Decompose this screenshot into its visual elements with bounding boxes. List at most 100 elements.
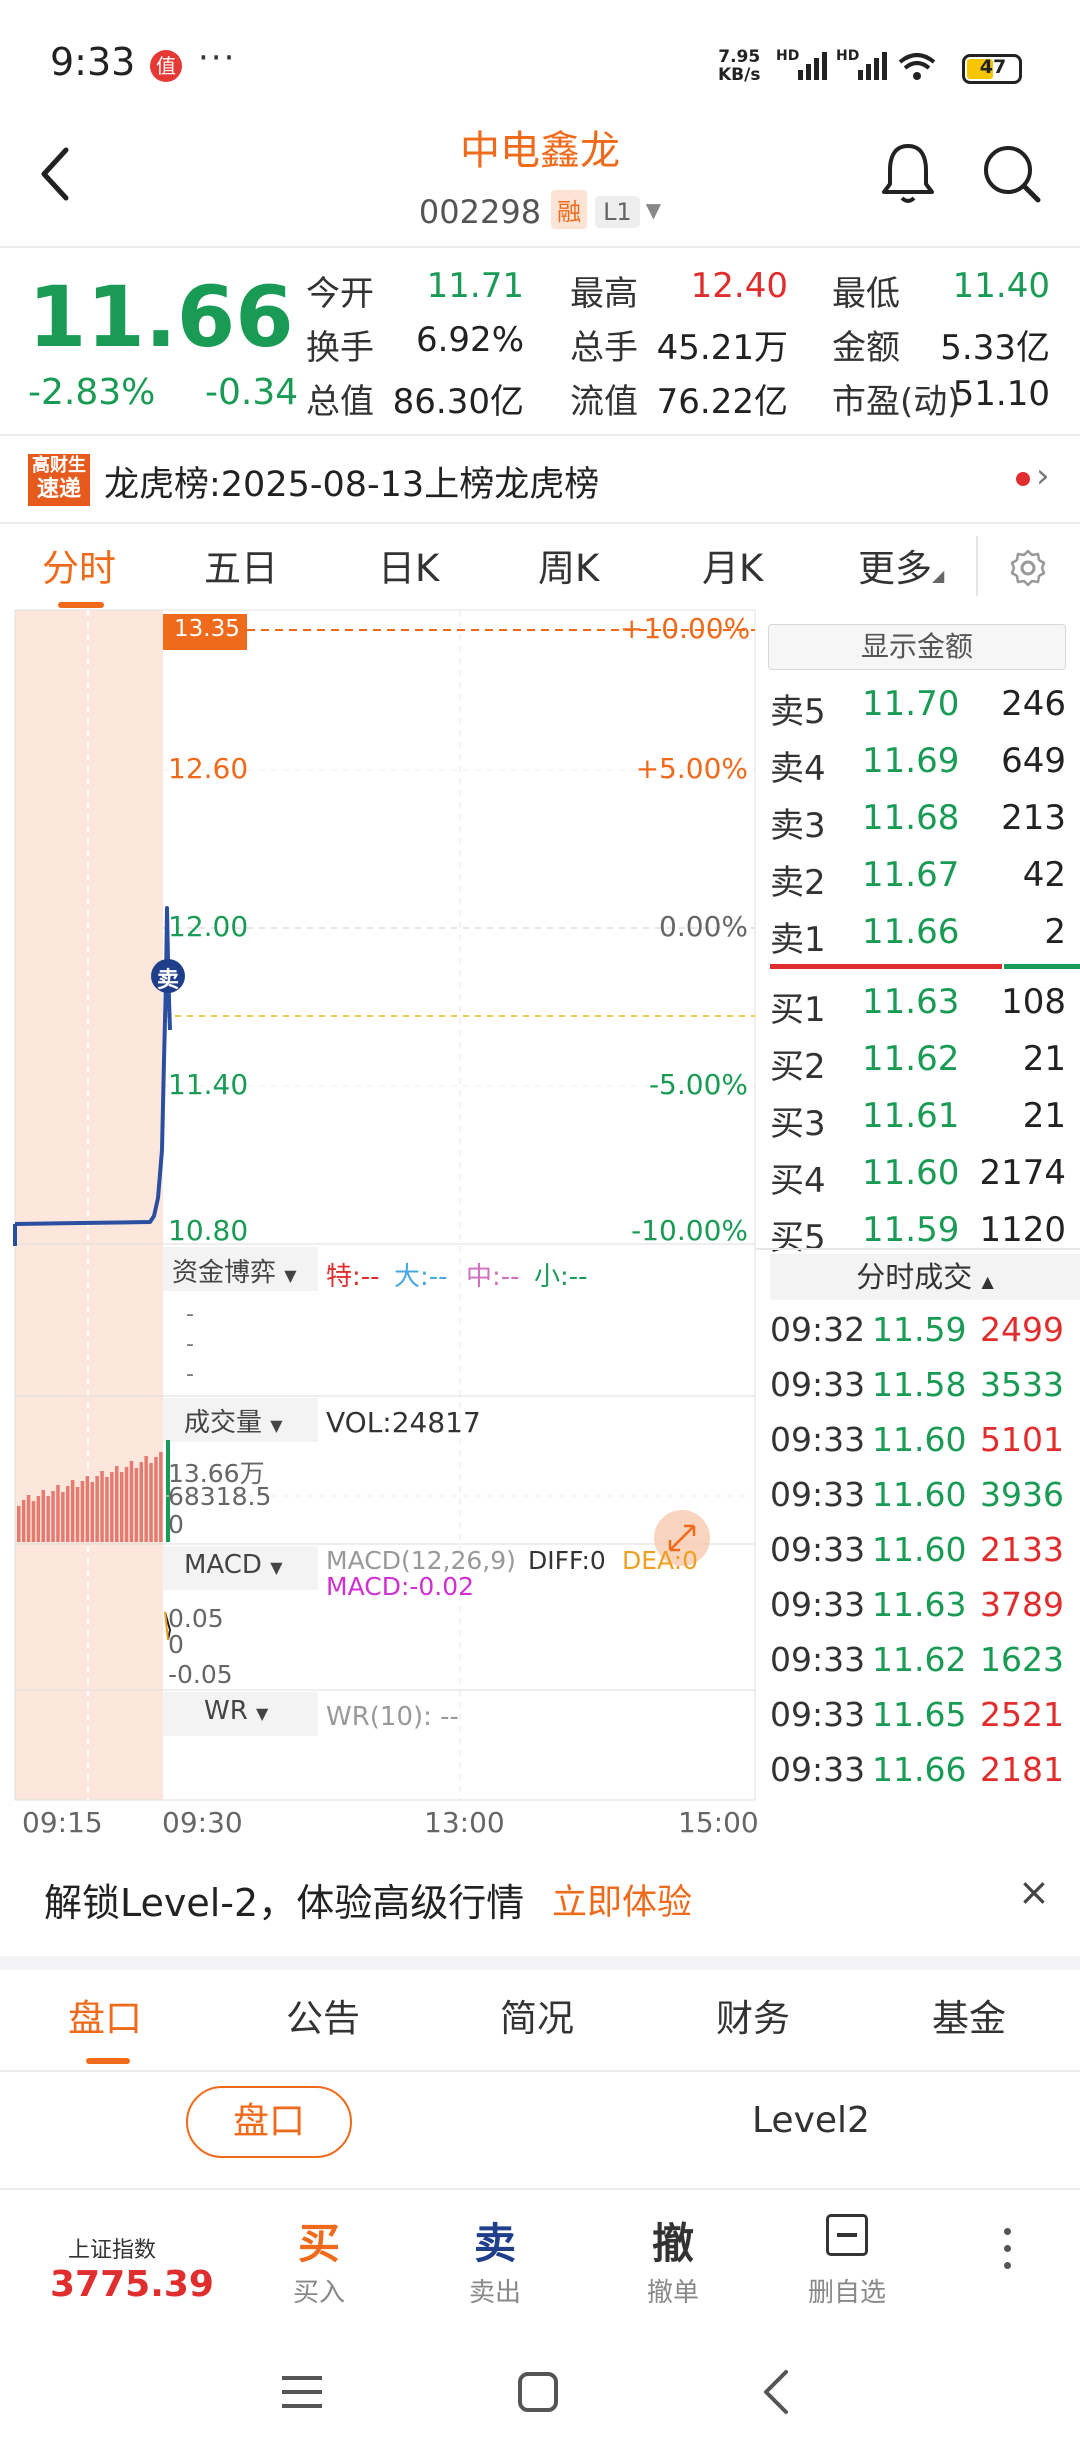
subtabs-divider: [0, 2188, 1080, 2190]
volume-bar: [105, 1477, 109, 1542]
macd-params: MACD(12,26,9): [326, 1546, 516, 1575]
price-label-4: 11.40: [168, 1068, 249, 1101]
volume-bar: [36, 1496, 41, 1542]
volume-axis-mid: 68318.5: [168, 1482, 272, 1511]
fund-legend-xiao: 小:--: [534, 1262, 588, 1292]
more-vertical-icon[interactable]: [1004, 2228, 1012, 2279]
volume-panel-title: 成交量: [184, 1408, 263, 1438]
macd-axis-mid: 0: [168, 1630, 184, 1659]
tick-time: 09:33: [770, 1475, 866, 1514]
close-icon[interactable]: ×: [1018, 1870, 1050, 1914]
subtab-level2[interactable]: Level2: [752, 2100, 870, 2141]
tick-list-header[interactable]: 分时成交 ▲: [770, 1254, 1080, 1300]
menu-icon[interactable]: [280, 2372, 324, 2412]
index-value[interactable]: 3775.39: [50, 2264, 214, 2305]
bid-row[interactable]: 买4 11.60 2174: [770, 1147, 1070, 1203]
home-icon[interactable]: [516, 2370, 560, 2414]
ask-row[interactable]: 卖1 11.66 2: [770, 906, 1070, 962]
ask-level: 卖5: [770, 692, 826, 732]
wr-panel-title: WR: [204, 1696, 248, 1726]
macd-panel-selector[interactable]: MACD ▼: [184, 1550, 283, 1580]
tabs-divider: [0, 2070, 1080, 2072]
index-name[interactable]: 上证指数: [68, 2232, 156, 2264]
bid-row[interactable]: 买3 11.61 21: [770, 1090, 1070, 1146]
volume-bar: [119, 1472, 124, 1542]
wr-value: WR(10): --: [326, 1702, 459, 1732]
tick-volume: 2181: [980, 1750, 1064, 1789]
bottom-tab-indicator: [86, 2058, 130, 2064]
pct-label-1: +10.00%: [620, 612, 751, 645]
tick-row: 09:32 11.59 2499: [770, 1304, 1070, 1359]
ask-volume: 246: [1001, 684, 1066, 724]
tick-time: 09:33: [770, 1695, 866, 1734]
price-label-top: 13.35: [174, 616, 240, 642]
ask-volume: 2: [1044, 912, 1066, 952]
tick-row: 09:33 11.60 5101: [770, 1414, 1070, 1469]
remove-favorite-label: 删自选: [807, 2278, 886, 2308]
buy-button[interactable]: 买: [264, 2210, 374, 2271]
volume-bar: [66, 1486, 70, 1542]
volume-bar: [46, 1496, 50, 1542]
volume-bar: [149, 1463, 153, 1542]
wr-panel-selector[interactable]: WR ▼: [204, 1696, 268, 1726]
tick-row: 09:33 11.60 2133: [770, 1524, 1070, 1579]
ask-row[interactable]: 卖5 11.70 246: [770, 678, 1070, 734]
bid-price: 11.63: [862, 982, 960, 1022]
bid-row[interactable]: 买5 11.59 1120: [770, 1204, 1070, 1260]
tick-price: 11.60: [872, 1530, 967, 1569]
ask-row[interactable]: 卖3 11.68 213: [770, 792, 1070, 848]
ask-volume: 42: [1022, 855, 1066, 895]
pct-label-2: +5.00%: [635, 752, 748, 785]
sell-button[interactable]: 卖: [440, 2210, 550, 2271]
caret-up-icon: ▲: [981, 1272, 994, 1291]
volume-bar: [159, 1452, 163, 1542]
buy-label: 买入: [292, 2278, 345, 2308]
tick-price: 11.60: [872, 1420, 967, 1459]
macd-axis-top: 0.05: [168, 1604, 224, 1633]
tick-price: 11.63: [872, 1585, 967, 1624]
bid-row[interactable]: 买2 11.62 21: [770, 1033, 1070, 1089]
tick-volume: 2133: [980, 1530, 1064, 1569]
tab-profile[interactable]: 简况: [500, 1988, 574, 2042]
cancel-order-button[interactable]: 撤: [618, 2210, 728, 2271]
fund-legend-te: 特:--: [326, 1262, 380, 1292]
fund-axis-dash-1: -: [186, 1302, 194, 1327]
time-label-1500: 15:00: [678, 1806, 759, 1839]
tick-volume: 3936: [980, 1475, 1064, 1514]
tick-price: 11.62: [872, 1640, 967, 1679]
time-label-0930: 09:30: [162, 1806, 243, 1839]
back-icon[interactable]: [758, 2368, 794, 2416]
volume-bar: [124, 1467, 129, 1542]
remove-favorite-icon[interactable]: [826, 2214, 868, 2256]
level2-try-link[interactable]: 立即体验: [552, 1874, 692, 1925]
volume-bar: [17, 1506, 21, 1542]
bid-row[interactable]: 买1 11.63 108: [770, 976, 1070, 1032]
fund-panel-title: 资金博弈: [172, 1258, 277, 1288]
volume-bar: [80, 1481, 85, 1542]
tick-price: 11.58: [872, 1365, 967, 1404]
tab-finance[interactable]: 财务: [716, 1988, 790, 2042]
show-amount-button[interactable]: 显示金额: [768, 624, 1066, 670]
ask-row[interactable]: 卖4 11.69 649: [770, 735, 1070, 791]
volume-bar: [85, 1476, 90, 1542]
tick-volume: 3789: [980, 1585, 1064, 1624]
volume-bar: [56, 1485, 60, 1542]
tick-row: 09:33 11.65 2521: [770, 1689, 1070, 1744]
tick-volume: 2521: [980, 1695, 1064, 1734]
tab-funds[interactable]: 基金: [932, 1988, 1006, 2042]
bid-level: 买5: [770, 1218, 826, 1258]
macd-panel-title: MACD: [184, 1550, 262, 1580]
caret-down-icon: ▼: [270, 1416, 283, 1435]
ask-row[interactable]: 卖2 11.67 42: [770, 849, 1070, 905]
fund-panel-selector[interactable]: 资金博弈 ▼: [172, 1252, 297, 1289]
volume-panel-selector[interactable]: 成交量 ▼: [184, 1402, 283, 1439]
volume-bar: [134, 1468, 139, 1542]
tab-announcements[interactable]: 公告: [286, 1988, 360, 2042]
time-label-0915: 09:15: [22, 1806, 103, 1839]
tick-row: 09:33 11.62 1623: [770, 1634, 1070, 1689]
pct-label-4: -5.00%: [648, 1068, 748, 1101]
fund-axis-dash-3: -: [186, 1362, 194, 1387]
subtab-pankou[interactable]: 盘口: [186, 2086, 352, 2158]
tab-pankou[interactable]: 盘口: [68, 1988, 142, 2042]
price-label-2: 12.60: [168, 752, 249, 785]
